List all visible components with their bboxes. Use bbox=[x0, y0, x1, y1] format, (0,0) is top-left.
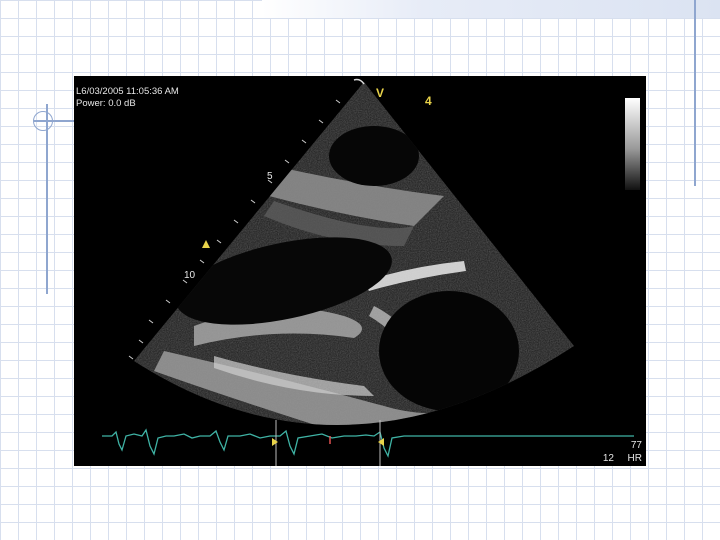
ultrasound-sector bbox=[102, 78, 634, 466]
bottom-number: 12 bbox=[602, 453, 614, 464]
grayscale-bar bbox=[625, 98, 640, 190]
vertical-accent-line-right bbox=[694, 0, 696, 186]
echocardiogram-image: L6/03/2005 11:05:36 AM Power: 0.0 dB V 4… bbox=[74, 76, 646, 466]
vertical-accent-line-left bbox=[46, 104, 48, 294]
heart-rate-value: 77 bbox=[630, 440, 642, 451]
power-label: Power: 0.0 dB bbox=[76, 98, 136, 109]
heart-rate-label: HR bbox=[627, 453, 642, 464]
title-bar-decoration bbox=[262, 0, 720, 18]
depth-label-5: 5 bbox=[267, 171, 273, 182]
focus-marker-icon bbox=[202, 240, 210, 248]
ecg-trace bbox=[102, 428, 634, 458]
probe-marker-v: V bbox=[376, 86, 385, 100]
marker-4: 4 bbox=[425, 94, 432, 108]
timestamp-label: L6/03/2005 11:05:36 AM bbox=[76, 86, 179, 97]
accent-circle bbox=[33, 111, 53, 131]
ecg-marker-left-icon bbox=[272, 438, 278, 446]
depth-label-10: 10 bbox=[184, 270, 196, 281]
left-atrium-cavity bbox=[379, 291, 519, 411]
probe-orientation-icon bbox=[353, 78, 365, 85]
ecg-marker-right-icon bbox=[378, 438, 384, 446]
right-ventricle-cavity bbox=[329, 126, 419, 186]
